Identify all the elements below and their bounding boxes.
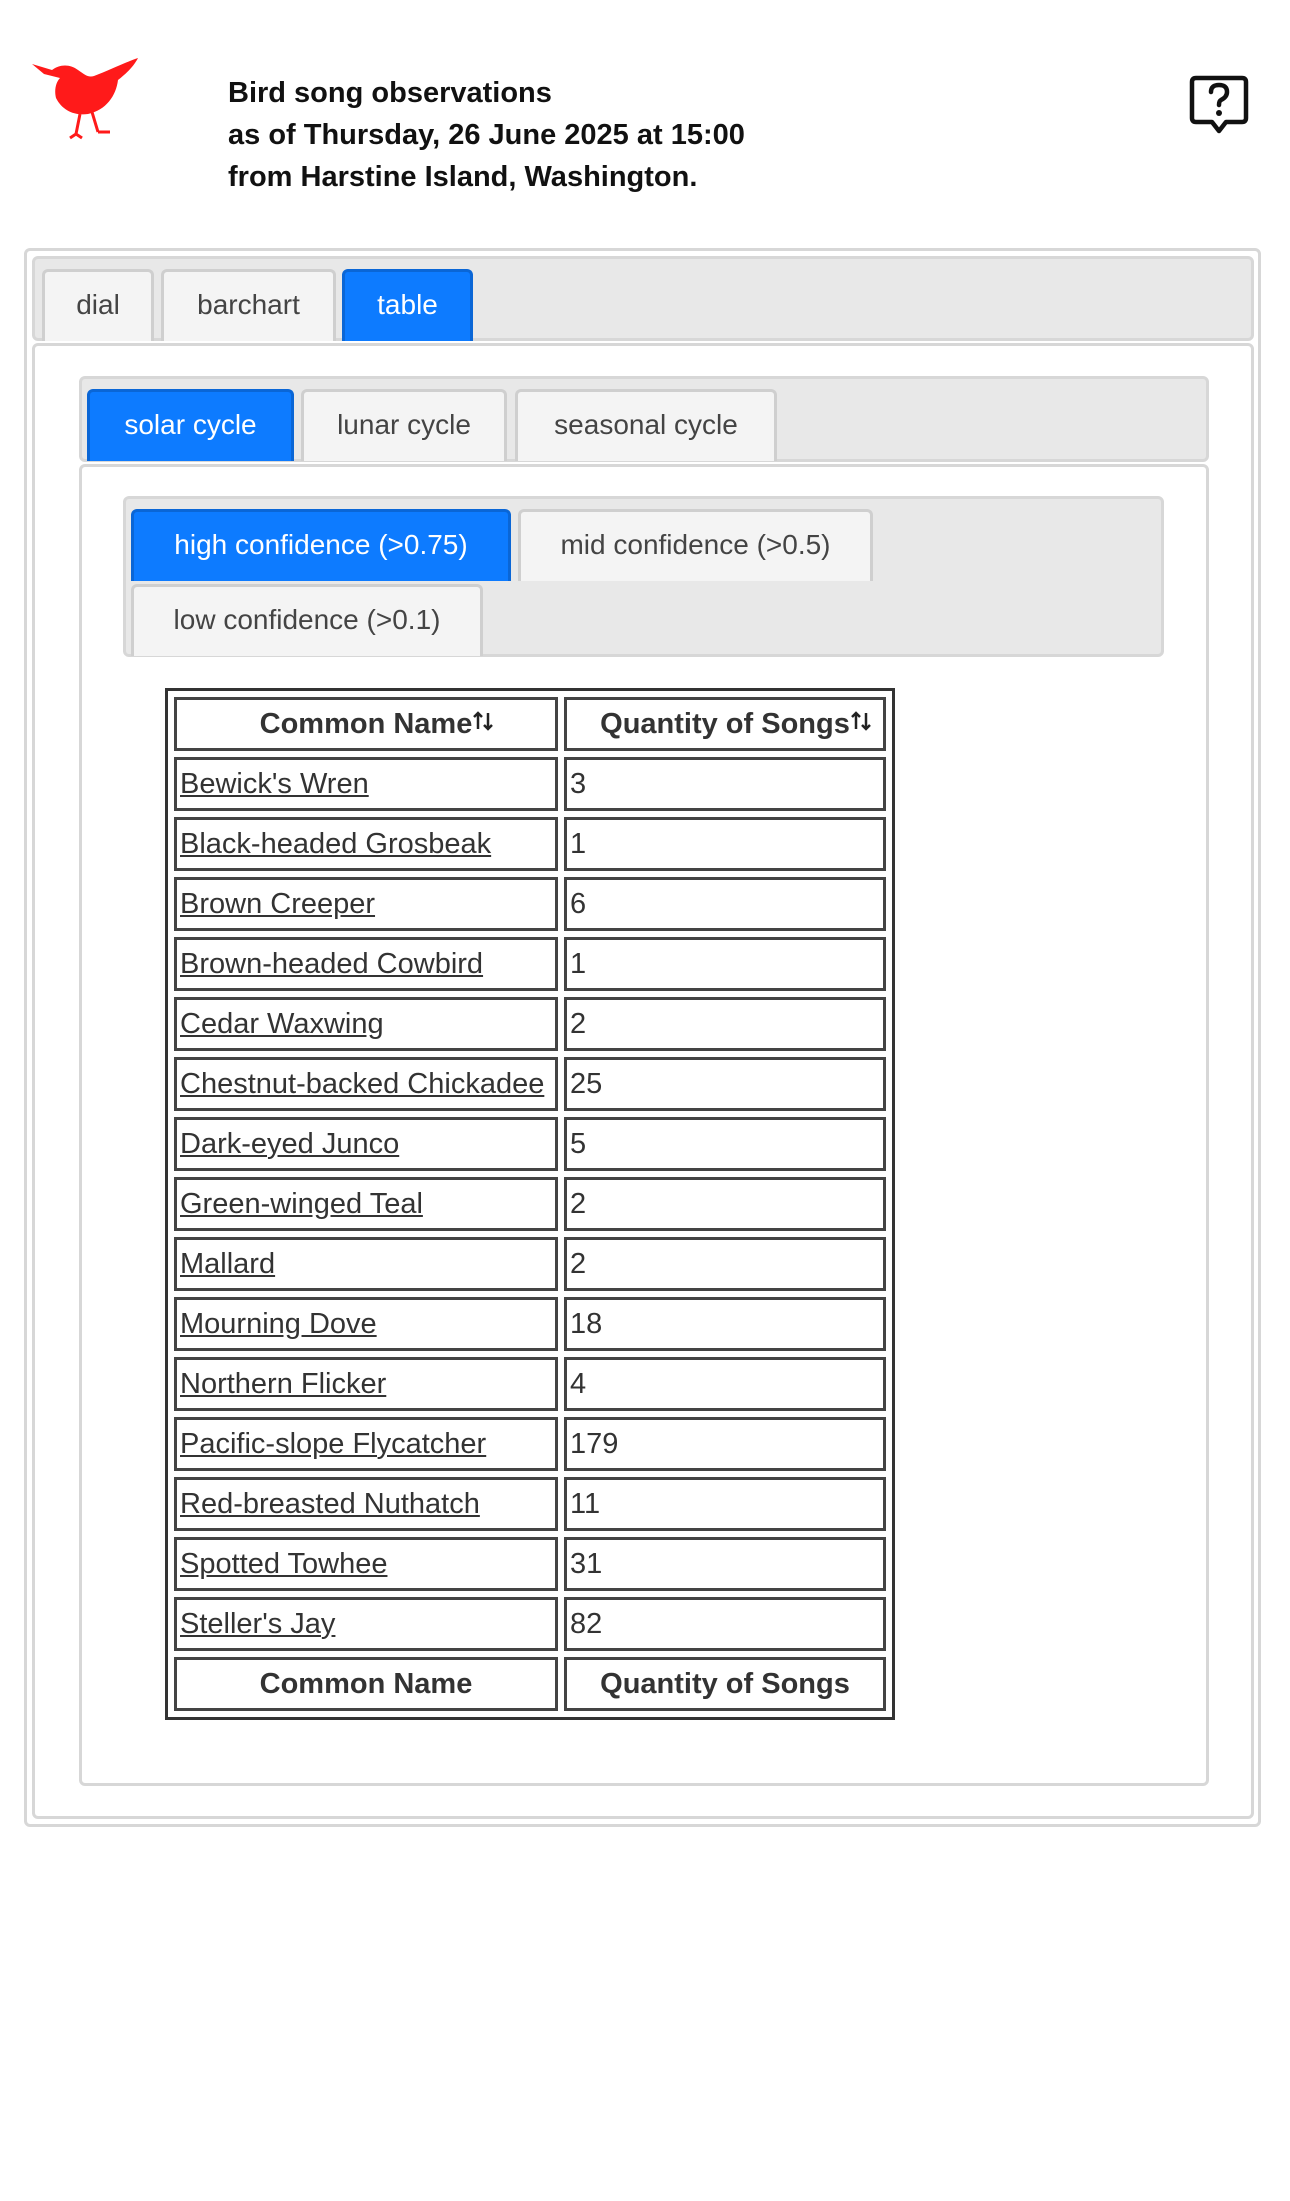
species-name-cell: Pacific-slope Flycatcher	[174, 1417, 558, 1471]
song-quantity-cell: 11	[564, 1477, 886, 1531]
table-row: Green-winged Teal 2	[174, 1177, 886, 1231]
table-row: Red-breasted Nuthatch 11	[174, 1477, 886, 1531]
tab-dial[interactable]: dial	[42, 269, 154, 341]
species-name-cell: Green-winged Teal	[174, 1177, 558, 1231]
species-name-cell: Brown Creeper	[174, 877, 558, 931]
song-quantity-cell: 18	[564, 1297, 886, 1351]
table-row: Dark-eyed Junco 5	[174, 1117, 886, 1171]
species-link[interactable]: Mallard	[180, 1248, 275, 1280]
species-name-cell: Mourning Dove	[174, 1297, 558, 1351]
species-name-cell: Bewick's Wren	[174, 757, 558, 811]
table-row: Pacific-slope Flycatcher 179	[174, 1417, 886, 1471]
tab-seasonal-cycle[interactable]: seasonal cycle	[515, 389, 777, 461]
species-name-cell: Mallard	[174, 1237, 558, 1291]
species-name-cell: Cedar Waxwing	[174, 997, 558, 1051]
song-quantity-cell: 2	[564, 1237, 886, 1291]
species-name-cell: Brown-headed Cowbird	[174, 937, 558, 991]
song-quantity-cell: 31	[564, 1537, 886, 1591]
column-footer-quantity: Quantity of Songs	[564, 1657, 886, 1711]
song-quantity-cell: 1	[564, 937, 886, 991]
song-quantity-cell: 82	[564, 1597, 886, 1651]
column-header-common-name[interactable]: Common Name	[174, 697, 558, 751]
song-quantity-cell: 25	[564, 1057, 886, 1111]
table-row: Spotted Towhee 31	[174, 1537, 886, 1591]
table-row: Bewick's Wren 3	[174, 757, 886, 811]
table-row: Cedar Waxwing 2	[174, 997, 886, 1051]
species-link[interactable]: Spotted Towhee	[180, 1548, 387, 1580]
species-name-cell: Black-headed Grosbeak	[174, 817, 558, 871]
species-link[interactable]: Steller's Jay	[180, 1608, 335, 1640]
species-name-cell: Spotted Towhee	[174, 1537, 558, 1591]
sort-arrows-icon[interactable]	[471, 709, 495, 733]
species-link[interactable]: Black-headed Grosbeak	[180, 828, 491, 860]
song-quantity-cell: 179	[564, 1417, 886, 1471]
species-link[interactable]: Northern Flicker	[180, 1368, 386, 1400]
header-title: Bird song observations	[228, 77, 552, 109]
tab-low-confidence[interactable]: low confidence (>0.1)	[131, 584, 483, 656]
tab-barchart[interactable]: barchart	[161, 269, 336, 341]
song-quantity-cell: 6	[564, 877, 886, 931]
table-row: Mourning Dove 18	[174, 1297, 886, 1351]
bird-icon	[32, 58, 138, 140]
species-link[interactable]: Cedar Waxwing	[180, 1008, 384, 1040]
table-header-row: Common Name Quantity of Songs	[174, 697, 886, 751]
species-link[interactable]: Brown Creeper	[180, 888, 375, 920]
song-quantity-cell: 2	[564, 997, 886, 1051]
help-speech-icon[interactable]	[1188, 74, 1250, 136]
header-location: from Harstine Island, Washington.	[228, 161, 698, 193]
table-row: Brown Creeper 6	[174, 877, 886, 931]
header-date: as of Thursday, 26 June 2025 at 15:00	[228, 119, 745, 151]
tab-solar-cycle[interactable]: solar cycle	[87, 389, 294, 461]
species-link[interactable]: Green-winged Teal	[180, 1188, 423, 1220]
table-row: Brown-headed Cowbird 1	[174, 937, 886, 991]
table-footer-row: Common Name Quantity of Songs	[174, 1657, 886, 1711]
species-name-cell: Steller's Jay	[174, 1597, 558, 1651]
species-link[interactable]: Red-breasted Nuthatch	[180, 1488, 480, 1520]
column-header-label: Common Name	[259, 707, 473, 740]
species-link[interactable]: Brown-headed Cowbird	[180, 948, 483, 980]
column-header-label: Quantity of Songs	[600, 707, 850, 740]
song-quantity-cell: 4	[564, 1357, 886, 1411]
species-name-cell: Red-breasted Nuthatch	[174, 1477, 558, 1531]
tab-table[interactable]: table	[342, 269, 473, 341]
song-quantity-cell: 5	[564, 1117, 886, 1171]
tab-mid-confidence[interactable]: mid confidence (>0.5)	[518, 509, 873, 581]
column-footer-common-name: Common Name	[174, 1657, 558, 1711]
species-name-cell: Chestnut-backed Chickadee	[174, 1057, 558, 1111]
species-link[interactable]: Dark-eyed Junco	[180, 1128, 399, 1160]
species-link[interactable]: Chestnut-backed Chickadee	[180, 1068, 544, 1100]
column-header-quantity[interactable]: Quantity of Songs	[564, 697, 886, 751]
species-name-cell: Dark-eyed Junco	[174, 1117, 558, 1171]
species-link[interactable]: Mourning Dove	[180, 1308, 377, 1340]
table-body: Bewick's Wren 3 Black-headed Grosbeak 1 Brow…	[174, 757, 886, 1651]
species-link[interactable]: Pacific-slope Flycatcher	[180, 1428, 486, 1460]
page-header: Bird song observations as of Thursday, 2…	[228, 72, 745, 198]
table-row: Steller's Jay 82	[174, 1597, 886, 1651]
table-row: Northern Flicker 4	[174, 1357, 886, 1411]
tab-lunar-cycle[interactable]: lunar cycle	[301, 389, 507, 461]
song-quantity-cell: 2	[564, 1177, 886, 1231]
tab-high-confidence[interactable]: high confidence (>0.75)	[131, 509, 511, 581]
song-quantity-cell: 1	[564, 817, 886, 871]
table-row: Black-headed Grosbeak 1	[174, 817, 886, 871]
table-row: Mallard 2	[174, 1237, 886, 1291]
song-quantity-cell: 3	[564, 757, 886, 811]
species-name-cell: Northern Flicker	[174, 1357, 558, 1411]
song-table: Common Name Quantity of Songs Bewick's W…	[165, 688, 895, 1720]
table-row: Chestnut-backed Chickadee 25	[174, 1057, 886, 1111]
sort-arrows-icon[interactable]	[849, 709, 873, 733]
species-link[interactable]: Bewick's Wren	[180, 768, 369, 800]
